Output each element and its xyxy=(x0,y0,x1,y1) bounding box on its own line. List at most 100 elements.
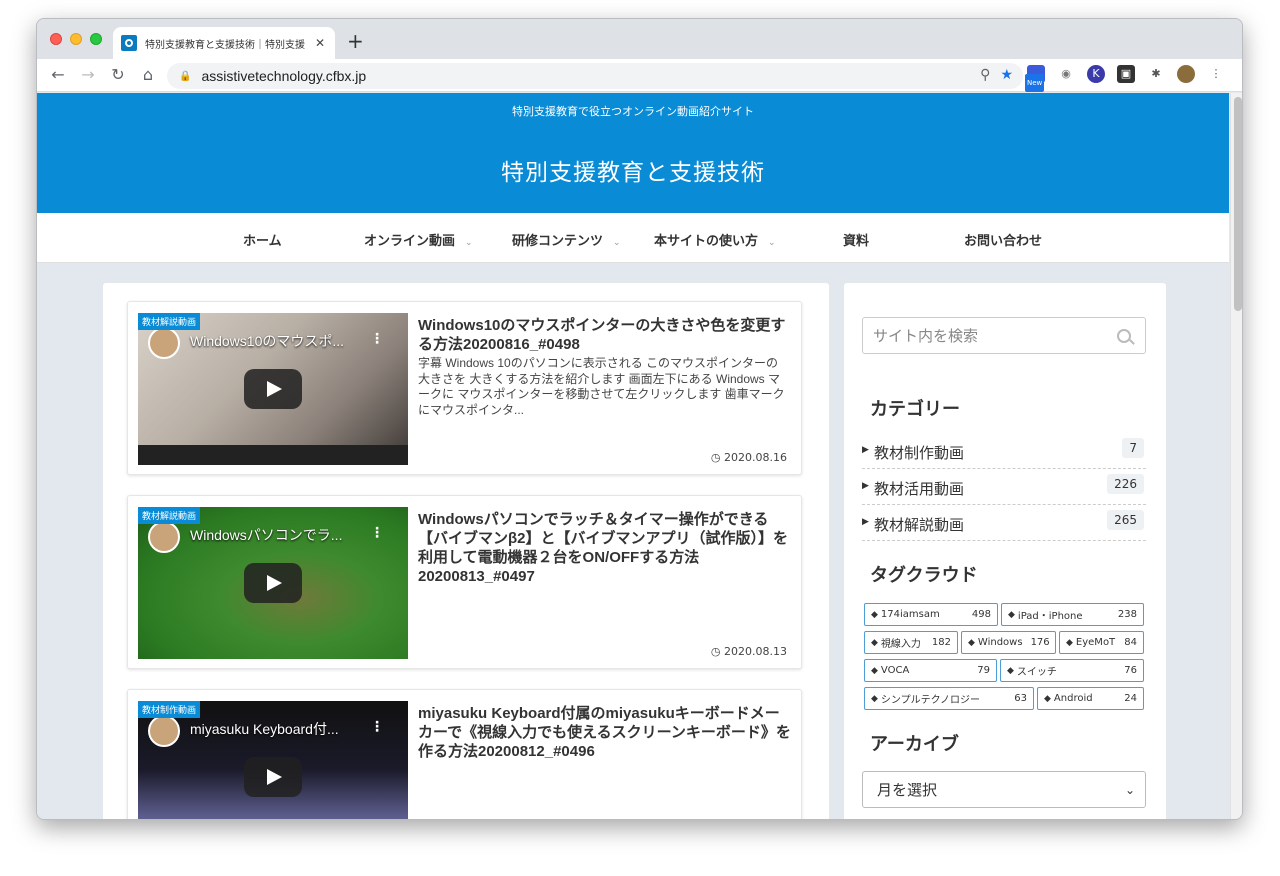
tag-link[interactable]: ◆ EyeMoT 84 xyxy=(1059,631,1144,654)
tag-count: 498 xyxy=(971,609,991,620)
site-title[interactable]: 特別支援教育と支援技術 xyxy=(37,153,1229,187)
post-title[interactable]: Windowsパソコンでラッチ＆タイマー操作ができる【バイブマンβ2】と【バイブ… xyxy=(418,510,794,586)
video-menu-icon[interactable]: ⋮ xyxy=(370,719,384,735)
play-button-icon[interactable] xyxy=(244,369,302,409)
post-title[interactable]: Windows10のマウスポインターの大きさや色を変更する方法20200816_… xyxy=(418,316,794,354)
nav-item-training[interactable]: 研修コンテンツ ⌄ xyxy=(512,230,621,249)
nav-label: 本サイトの使い方 xyxy=(654,234,759,249)
post-date-text: 2020.08.16 xyxy=(724,451,787,464)
video-thumbnail[interactable]: 教材制作動画 miyasuku Keyboard付... ⋮ xyxy=(138,701,408,819)
minimize-window-button[interactable] xyxy=(70,33,82,45)
play-button-icon[interactable] xyxy=(244,563,302,603)
category-item[interactable]: ▶ 教材解説動画 265 xyxy=(862,505,1146,541)
archive-select-value: 月を選択 xyxy=(877,781,938,799)
tag-link[interactable]: ◆ iPad・iPhone 238 xyxy=(1001,603,1144,626)
post-card[interactable]: 教材解説動画 Windowsパソコンでラ... ⋮ Windowsパソコンでラッ… xyxy=(127,495,802,669)
post-date: ◷ 2020.08.13 xyxy=(711,645,787,658)
nav-item-home[interactable]: ホーム xyxy=(243,230,282,249)
tag-link[interactable]: ◆ VOCA 79 xyxy=(864,659,997,682)
chevron-down-icon: ⌄ xyxy=(1124,782,1135,797)
site-tagline: 特別支援教育で役立つオンライン動画紹介サイト xyxy=(512,105,754,118)
categories-heading: カテゴリー xyxy=(870,399,960,420)
tag-link[interactable]: ◆ スイッチ 76 xyxy=(1000,659,1144,682)
video-thumbnail[interactable]: 教材解説動画 Windows10のマウスポ... ⋮ xyxy=(138,313,408,465)
reload-icon[interactable]: ↻ xyxy=(107,64,129,86)
tab-strip: 特別支援教育と支援技術｜特別支援 ✕ + xyxy=(37,19,1242,59)
site-favicon-icon xyxy=(121,35,137,51)
browser-tab[interactable]: 特別支援教育と支援技術｜特別支援 ✕ xyxy=(113,27,335,59)
puzzle-icon[interactable]: ✱ xyxy=(1147,65,1165,83)
post-excerpt: 字幕 Windows 10のパソコンに表示される このマウスポインターの大きさを… xyxy=(418,356,785,417)
back-arrow-icon[interactable]: ← xyxy=(47,64,69,86)
new-tab-icon[interactable]: + xyxy=(347,31,364,51)
caret-right-icon: ▶ xyxy=(862,445,869,455)
post-title[interactable]: miyasuku Keyboard付属のmiyasukuキーボードメーカーで《視… xyxy=(418,704,794,761)
play-button-icon[interactable] xyxy=(244,757,302,797)
k-extension-icon[interactable]: K xyxy=(1087,65,1105,83)
category-item[interactable]: ▶ 教材制作動画 7 xyxy=(862,433,1146,469)
chevron-down-icon: ⌄ xyxy=(768,238,776,248)
forward-arrow-icon[interactable]: → xyxy=(77,64,99,86)
nav-item-online-video[interactable]: オンライン動画 ⌄ xyxy=(364,230,473,249)
category-name: 教材解説動画 xyxy=(874,516,965,534)
home-icon[interactable]: ⌂ xyxy=(137,64,159,86)
search-input[interactable]: サイト内を検索 xyxy=(862,317,1146,354)
zoom-window-button[interactable] xyxy=(90,33,102,45)
caret-right-icon: ▶ xyxy=(862,481,869,491)
search-placeholder: サイト内を検索 xyxy=(873,327,979,345)
post-date: ◷ 2020.08.16 xyxy=(711,451,787,464)
nav-item-materials[interactable]: 資料 xyxy=(843,230,869,249)
video-title: Windowsパソコンでラ... xyxy=(190,527,343,543)
extension-new-icon[interactable]: New xyxy=(1025,65,1045,92)
tab-title: 特別支援教育と支援技術｜特別支援 xyxy=(145,39,305,51)
video-menu-icon[interactable]: ⋮ xyxy=(370,331,384,347)
tag-link[interactable]: ◆ Windows 176 xyxy=(961,631,1056,654)
main-content: 教材解説動画 Windows10のマウスポ... ⋮ Windows10のマウス… xyxy=(103,283,829,819)
nav-label: お問い合わせ xyxy=(964,234,1043,249)
global-nav: ホーム オンライン動画 ⌄ 研修コンテンツ ⌄ 本サイトの使い方 ⌄ 資料 お問い合わ… xyxy=(37,213,1229,263)
browser-toolbar: ← → ↻ ⌂ 🔒 assistivetechnology.cfbx.jp ⚲ … xyxy=(37,59,1242,92)
tag-link[interactable]: ◆ シンプルテクノロジー 63 xyxy=(864,687,1034,710)
window-controls xyxy=(50,33,102,45)
archive-select[interactable]: 月を選択 ⌄ xyxy=(862,771,1146,808)
scrollbar-thumb[interactable] xyxy=(1234,97,1242,311)
nav-label: ホーム xyxy=(243,234,282,249)
camera-icon[interactable]: ◉ xyxy=(1057,65,1075,83)
bookmark-star-icon[interactable]: ★ xyxy=(1000,67,1013,83)
scrollbar[interactable] xyxy=(1230,93,1242,819)
category-count: 226 xyxy=(1107,474,1144,494)
tag-link[interactable]: ◆ 174iamsam 498 xyxy=(864,603,998,626)
video-menu-icon[interactable]: ⋮ xyxy=(370,525,384,541)
post-card[interactable]: 教材制作動画 miyasuku Keyboard付... ⋮ miyasuku … xyxy=(127,689,802,819)
close-window-button[interactable] xyxy=(50,33,62,45)
profile-avatar[interactable] xyxy=(1177,65,1195,83)
category-name: 教材制作動画 xyxy=(874,444,965,462)
post-card[interactable]: 教材解説動画 Windows10のマウスポ... ⋮ Windows10のマウス… xyxy=(127,301,802,475)
video-thumbnail[interactable]: 教材解説動画 Windowsパソコンでラ... ⋮ xyxy=(138,507,408,659)
tag-name: 視線入力 xyxy=(880,639,921,650)
address-bar[interactable]: 🔒 assistivetechnology.cfbx.jp ⚲ ★ xyxy=(167,63,1023,89)
nav-label: 研修コンテンツ xyxy=(512,234,604,249)
nav-item-contact[interactable]: お問い合わせ xyxy=(964,230,1042,249)
category-count: 265 xyxy=(1107,510,1144,530)
tag-count: 76 xyxy=(1124,665,1137,676)
browser-window: 特別支援教育と支援技術｜特別支援 ✕ + ← → ↻ ⌂ 🔒 assistive… xyxy=(36,18,1243,820)
lock-icon[interactable]: 🔒 xyxy=(179,71,191,82)
close-tab-icon[interactable]: ✕ xyxy=(313,36,327,50)
channel-avatar xyxy=(148,715,180,747)
tag-link[interactable]: ◆ 視線入力 182 xyxy=(864,631,958,654)
category-label: 教材解説動画 xyxy=(138,507,201,524)
tag-name: スイッチ xyxy=(1016,667,1057,678)
nav-item-howto[interactable]: 本サイトの使い方 ⌄ xyxy=(654,230,776,249)
extension-icon[interactable]: ▣ xyxy=(1117,65,1135,83)
category-label: 教材解説動画 xyxy=(138,313,201,330)
zoom-icon[interactable]: ⚲ xyxy=(980,67,990,83)
tag-count: 176 xyxy=(1030,637,1050,648)
menu-kebab-icon[interactable]: ⋮ xyxy=(1207,65,1225,83)
category-item[interactable]: ▶ 教材活用動画 226 xyxy=(862,469,1146,505)
url-text: assistivetechnology.cfbx.jp xyxy=(201,68,367,84)
tag-link[interactable]: ◆ Android 24 xyxy=(1037,687,1144,710)
sidebar: サイト内を検索 カテゴリー ▶ 教材制作動画 7 ▶ 教材活用動画 226 ▶ … xyxy=(844,283,1166,819)
search-icon[interactable] xyxy=(1117,328,1131,343)
tag-icon: ◆ xyxy=(871,609,878,620)
